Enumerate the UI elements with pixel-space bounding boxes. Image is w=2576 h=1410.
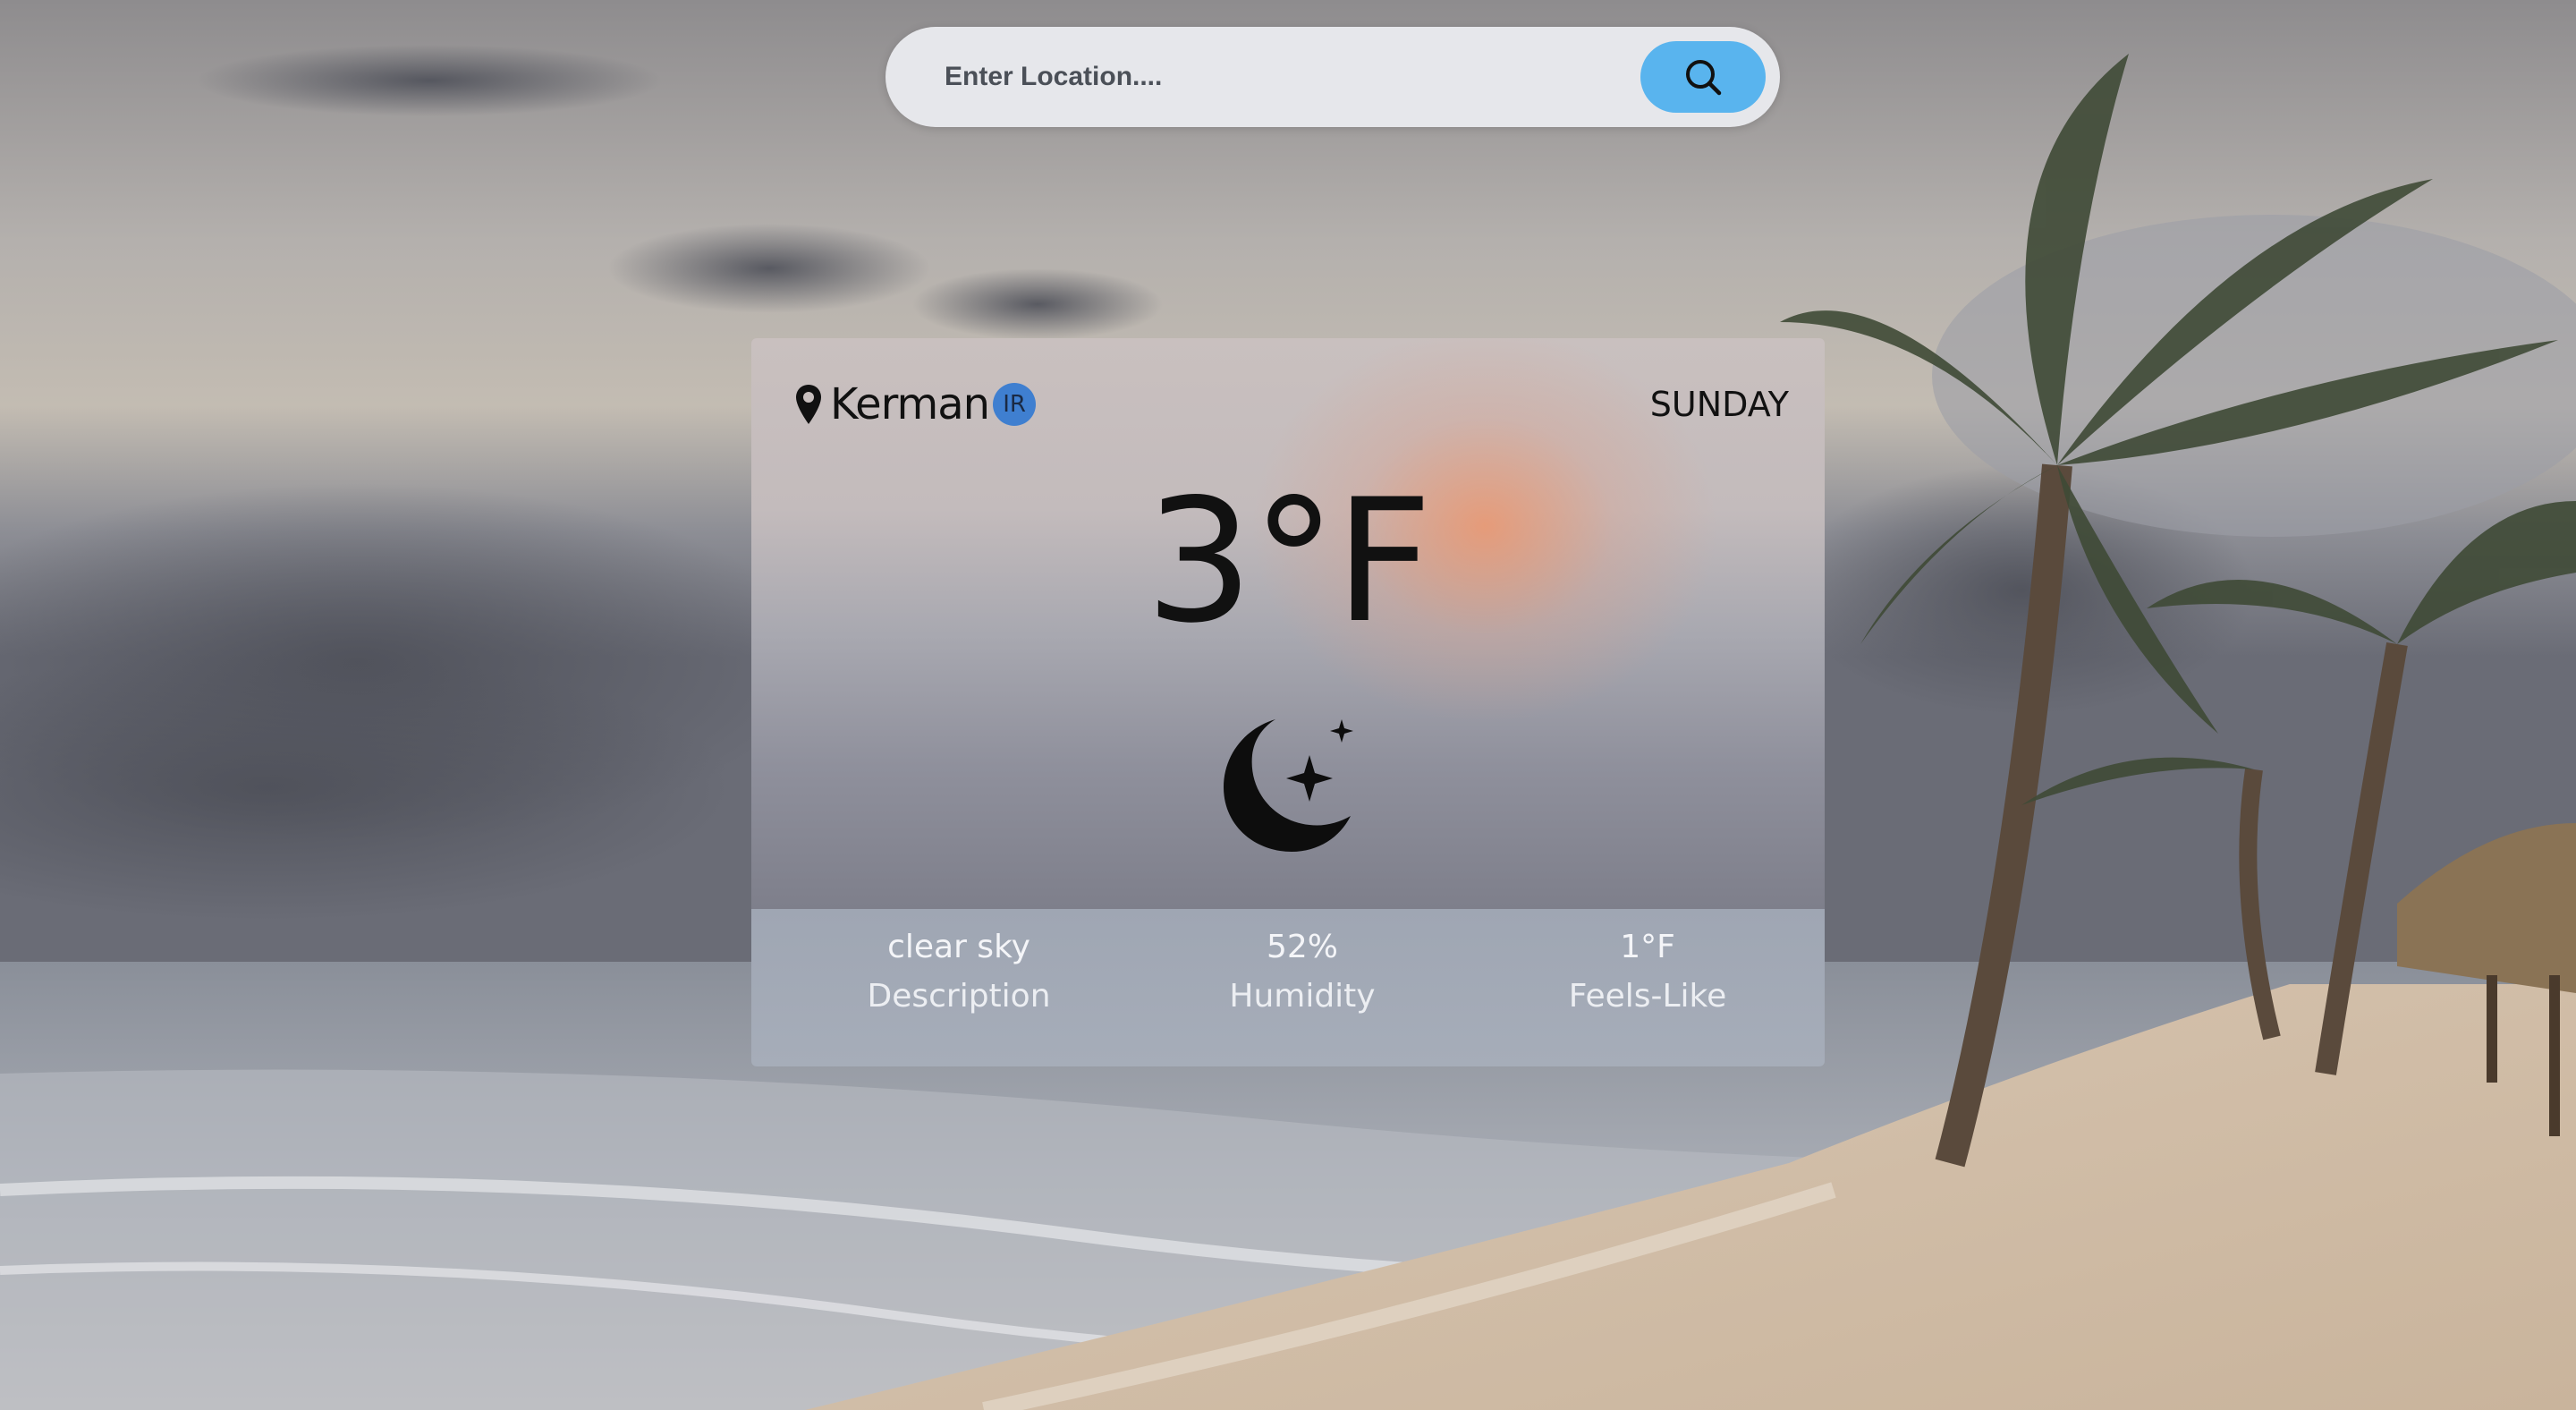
feels-like-value: 1°F <box>1620 929 1675 965</box>
day-of-week: SUNDAY <box>1649 385 1789 424</box>
moon-stars-icon <box>1224 719 1353 852</box>
search-icon <box>1686 60 1722 96</box>
weather-card: Kerman IR SUNDAY 3°F clear sky Descripti… <box>751 338 1825 1066</box>
weather-card-main: Kerman IR SUNDAY 3°F <box>751 338 1825 909</box>
location-search-input[interactable] <box>943 49 1640 105</box>
description-value: clear sky <box>887 929 1030 965</box>
description-label: Description <box>867 978 1051 1015</box>
stat-humidity: 52% Humidity <box>1123 925 1481 1024</box>
location-search-bar <box>886 27 1780 127</box>
stat-feels-like: 1°F Feels-Like <box>1469 925 1825 1024</box>
humidity-value: 52% <box>1266 929 1338 965</box>
search-button[interactable] <box>1640 41 1766 113</box>
location-label: Kerman IR <box>794 378 1037 431</box>
feels-like-label: Feels-Like <box>1568 978 1727 1015</box>
temperature: 3°F <box>1145 463 1432 660</box>
country-code-badge: IR <box>993 383 1037 426</box>
stat-description: clear sky Description <box>780 925 1138 1024</box>
location-pin-icon <box>796 385 821 424</box>
city-name: Kerman <box>830 379 990 429</box>
humidity-label: Humidity <box>1229 978 1376 1015</box>
